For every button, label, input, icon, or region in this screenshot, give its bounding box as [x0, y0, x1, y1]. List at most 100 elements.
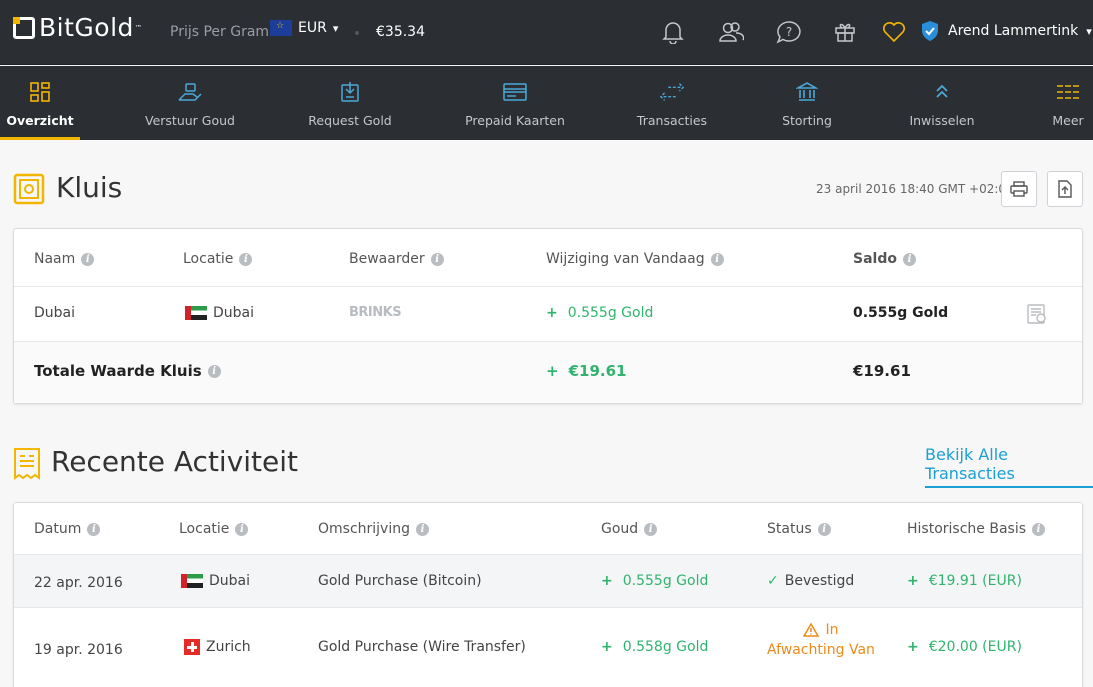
row-gold: +0.555g Gold [601, 573, 708, 589]
location-label: Dubai [213, 305, 255, 321]
bank-icon [794, 79, 820, 105]
info-icon[interactable]: i [1032, 522, 1045, 536]
change-value: 0.555g Gold [567, 305, 654, 321]
plus-icon: + [546, 362, 559, 380]
currency-value: EUR [298, 20, 327, 36]
users-icon[interactable] [718, 19, 744, 45]
total-label: Totale Waarde Kluis i [34, 362, 221, 380]
header-label: Omschrijving [318, 521, 410, 537]
nav-item-prepaid-kaarten[interactable]: Prepaid Kaarten [460, 66, 570, 140]
col-location: Locatie i [183, 251, 253, 267]
col-description: Omschrijving i [318, 521, 429, 537]
eu-flag-icon [270, 20, 292, 36]
print-button[interactable] [1001, 171, 1037, 207]
gift-icon[interactable] [832, 19, 858, 45]
vault-change: +0.555g Gold [546, 305, 653, 321]
gold-price: €35.34 [376, 24, 425, 40]
bell-icon[interactable] [660, 19, 686, 45]
main-navigation: Overzicht Verstuur Goud Request Gold Pre… [0, 66, 1093, 140]
row-description: Gold Purchase (Wire Transfer) [318, 639, 526, 655]
export-button[interactable] [1047, 171, 1083, 207]
col-location: Locatie i [179, 521, 249, 537]
basis-value: €19.91 (EUR) [928, 573, 1022, 589]
nav-label: Storting [782, 113, 832, 128]
nav-item-request-gold[interactable]: Request Gold [300, 66, 400, 140]
row-status: In Afwachting Van [767, 622, 875, 658]
info-icon[interactable]: i [81, 252, 95, 266]
request-gold-icon [337, 79, 363, 105]
logo-text: BitGold [39, 13, 134, 42]
nav-item-verstuur-goud[interactable]: Verstuur Goud [140, 66, 240, 140]
col-change: Wijziging van Vandaag i [546, 251, 724, 267]
user-menu[interactable]: Arend Lammertink ▾ [920, 20, 1092, 42]
header-label: Naam [34, 251, 76, 267]
send-gold-icon [177, 79, 203, 105]
info-icon[interactable]: i [902, 252, 916, 266]
table-row[interactable]: 19 apr. 2016 Zurich Gold Purchase (Wire … [14, 608, 1082, 687]
receipt-icon [13, 447, 41, 485]
card-icon [502, 79, 528, 105]
row-basis: + €20.00 (EUR) [907, 639, 1022, 655]
top-bar: BitGold ™ Prijs Per Gram EUR ▾ €35.34 ? … [0, 0, 1093, 65]
price-per-gram-label: Prijs Per Gram [170, 24, 270, 40]
currency-selector[interactable]: EUR ▾ [270, 20, 338, 36]
activity-title: Recente Activiteit [51, 445, 299, 478]
nav-item-inwisselen[interactable]: Inwisselen [902, 66, 982, 140]
nav-label: Request Gold [308, 113, 392, 128]
header-label: Datum [34, 521, 82, 537]
info-icon[interactable]: i [87, 522, 101, 536]
header-label: Goud [601, 521, 639, 537]
uae-flag-icon [185, 306, 207, 320]
gold-value: 0.555g Gold [622, 573, 709, 589]
chevron-down-icon: ▾ [1086, 24, 1092, 38]
separator-dot [355, 31, 359, 35]
col-name: Naam i [34, 251, 95, 267]
nav-item-overzicht[interactable]: Overzicht [0, 66, 80, 140]
gold-value: 0.558g Gold [622, 639, 709, 655]
bitgold-logo[interactable]: BitGold ™ [13, 13, 142, 42]
table-row: Dubai Dubai BRINKS +0.555g Gold 0.555g G… [14, 287, 1082, 342]
header-label: Status [767, 521, 812, 537]
info-icon[interactable]: i [207, 364, 221, 378]
vault-icon [13, 173, 45, 209]
row-status: ✓ Bevestigd [767, 573, 854, 589]
info-icon[interactable]: i [416, 522, 429, 536]
total-balance: €19.61 [853, 362, 911, 380]
nav-item-meer[interactable]: Meer [1043, 66, 1093, 140]
heart-icon[interactable] [881, 19, 907, 45]
svg-text:?: ? [786, 25, 792, 39]
nav-item-storting[interactable]: Storting [770, 66, 844, 140]
vault-certificate-icon[interactable] [1026, 303, 1048, 325]
nav-label: Prepaid Kaarten [465, 113, 565, 128]
vault-total-row: Totale Waarde Kluis i + €19.61 €19.61 [14, 342, 1082, 403]
col-date: Datum i [34, 521, 101, 537]
chevron-down-icon: ▾ [332, 21, 339, 35]
view-all-transactions-link[interactable]: Bekijk Alle Transacties [925, 445, 1093, 488]
plus-icon: + [601, 639, 613, 655]
row-location: Zurich [184, 639, 251, 655]
nav-item-transacties[interactable]: Transacties [627, 66, 717, 140]
plus-icon: + [907, 639, 919, 655]
info-icon[interactable]: i [239, 252, 253, 266]
plus-icon: + [907, 573, 919, 589]
info-icon[interactable]: i [430, 252, 444, 266]
nav-label: Inwisselen [909, 113, 975, 128]
info-icon[interactable]: i [235, 522, 249, 536]
vault-timestamp: 23 april 2016 18:40 GMT +02:00 [816, 182, 1014, 196]
info-icon[interactable]: i [710, 252, 724, 266]
table-row[interactable]: 22 apr. 2016 Dubai Gold Purchase (Bitcoi… [14, 555, 1082, 608]
info-icon[interactable]: i [817, 522, 831, 536]
vault-balance: 0.555g Gold [853, 305, 949, 321]
help-icon[interactable]: ? [776, 19, 802, 45]
status-label: In [825, 622, 839, 638]
nav-label: Verstuur Goud [145, 113, 235, 128]
location-label: Zurich [206, 639, 251, 655]
row-gold: +0.558g Gold [601, 639, 708, 655]
transfer-icon [659, 79, 685, 105]
export-file-icon [1058, 180, 1072, 198]
uae-flag-icon [181, 574, 203, 588]
col-gold: Goud i [601, 521, 658, 537]
info-icon[interactable]: i [644, 522, 658, 536]
total-change: + €19.61 [546, 362, 626, 380]
vault-table-header: Naam i Locatie i Bewaarder i Wijziging van … [14, 229, 1082, 287]
